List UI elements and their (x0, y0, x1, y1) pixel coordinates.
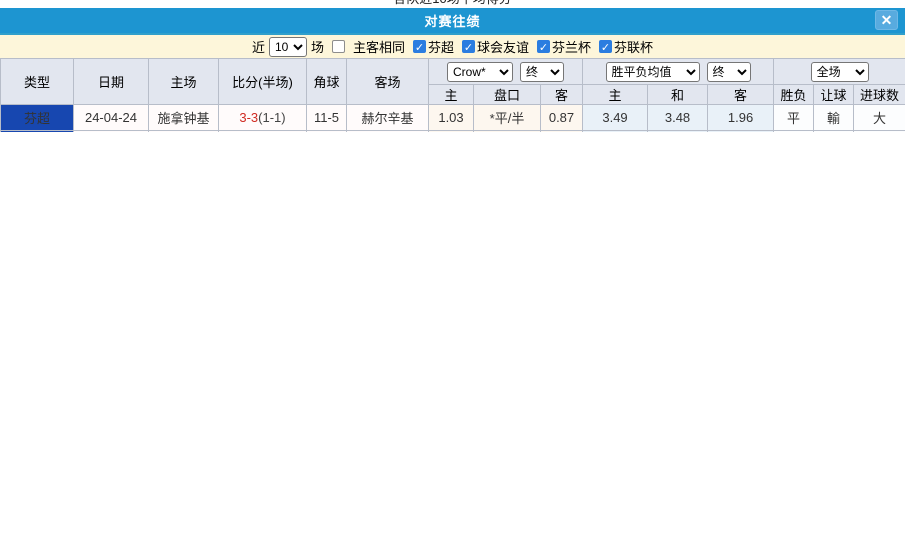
cell-result: 平 (773, 104, 815, 131)
avg-metric-select[interactable]: 胜平负均值 (605, 61, 700, 82)
h2h-table-wrap: 类型 日期 主场 比分(半场) 角球 客场 Crow* 终 胜平负均值 终 全场… (0, 58, 905, 132)
recent-count-select[interactable]: 10 (268, 36, 307, 57)
league-label-fenchao: 芬超 (427, 40, 454, 55)
cell-league-type: 芬超 (0, 104, 74, 131)
odds-stage-select[interactable]: 终 (520, 61, 564, 82)
half-time-score: (1-1) (258, 110, 286, 125)
cell-league-type (0, 130, 74, 132)
sub-header-avg-home: 主 (582, 84, 649, 105)
recent-label: 近 (251, 40, 265, 55)
cell-date (73, 130, 149, 132)
cell-handicap-result: 輸 (813, 104, 855, 131)
check-icon: ✓ (463, 42, 474, 54)
sub-header-odds-away: 客 (539, 84, 584, 105)
full-time-score: 3-3 (239, 110, 259, 125)
filter-bar: 近 10 场 ✓ 主客相同 ✓芬超 ✓球会友谊 ✓芬兰杯 ✓芬联杯 (0, 33, 905, 58)
sub-header-handicap-result: 让球 (813, 84, 855, 105)
col-header-home: 主场 (148, 58, 219, 105)
matches-label: 场 (310, 40, 324, 55)
cell-avg-home: 3.49 (582, 104, 649, 131)
cell-odds-away (539, 130, 584, 132)
cell-home-team (148, 130, 219, 132)
avg-group-header: 胜平负均值 终 (582, 58, 775, 85)
result-group-header: 全场 (773, 58, 905, 85)
odds-group-header: Crow* 终 (427, 58, 584, 85)
cell-goals (853, 130, 905, 132)
col-header-date: 日期 (73, 58, 149, 105)
dialog-title: 对赛往绩 (424, 14, 481, 29)
cell-avg-away (707, 130, 775, 132)
sub-header-odds-home: 主 (428, 84, 474, 105)
same-venue-checkbox[interactable]: ✓ (331, 40, 345, 53)
league-checkbox-fenlanbei[interactable]: ✓ (537, 40, 551, 54)
cell-handicap (473, 130, 541, 132)
league-label-friendly: 球会友谊 (477, 40, 530, 55)
cell-home-team: 施拿钟基 (148, 104, 219, 131)
league-checkbox-fenchao[interactable]: ✓ (412, 40, 426, 54)
same-venue-label: 主客相同 (352, 40, 405, 55)
sub-header-result: 胜负 (773, 84, 815, 105)
cell-goals: 大 (853, 104, 905, 131)
cell-handicap: *平/半 (473, 104, 541, 131)
cell-avg-draw (647, 130, 709, 132)
col-header-score: 比分(半场) (218, 58, 307, 105)
league-checkbox-fenlianbei[interactable]: ✓ (599, 40, 613, 54)
cell-corners: 11-5 (306, 104, 347, 131)
bookmaker-select[interactable]: Crow* (447, 61, 513, 82)
dialog-page: 各队近10场平均得分 对赛往绩 ✕ 近 10 场 ✓ 主客相同 ✓芬超 ✓球会友… (0, 0, 905, 132)
cell-avg-draw: 3.48 (647, 104, 709, 131)
avg-stage-select[interactable]: 终 (706, 61, 751, 82)
cell-odds-home (428, 130, 474, 132)
cell-score (218, 130, 307, 132)
clipped-text-line: 各队近10场平均得分 (0, 0, 905, 7)
cell-away-team: 赫尔辛基 (346, 104, 429, 131)
league-checkbox-friendly[interactable]: ✓ (462, 40, 475, 54)
close-icon[interactable]: ✕ (875, 10, 898, 30)
cell-result (773, 130, 815, 132)
cell-avg-away: 1.96 (707, 104, 775, 131)
scope-select[interactable]: 全场 (810, 61, 869, 82)
check-icon: ✓ (600, 42, 611, 54)
sub-header-handicap: 盘口 (473, 84, 541, 105)
col-header-away: 客场 (346, 58, 429, 105)
sub-header-avg-draw: 和 (647, 84, 709, 105)
cell-odds-home: 1.03 (428, 104, 474, 131)
cell-away-team (346, 130, 429, 132)
cell-corners (306, 130, 347, 132)
cell-handicap-result (813, 130, 855, 132)
clipped-table-row (0, 130, 905, 132)
league-label-fenlanbei: 芬兰杯 (552, 40, 592, 55)
sub-header-avg-away: 客 (707, 84, 775, 105)
cell-date: 24-04-24 (73, 104, 149, 131)
col-header-corners: 角球 (306, 58, 347, 105)
cell-avg-home (582, 130, 649, 132)
cell-score: 3-3(1-1) (218, 104, 307, 131)
h2h-table: 类型 日期 主场 比分(半场) 角球 客场 Crow* 终 胜平负均值 终 全场… (0, 58, 905, 132)
check-icon: ✓ (414, 42, 425, 54)
sub-header-goals: 进球数 (853, 84, 905, 105)
league-label-fenlianbei: 芬联杯 (614, 40, 654, 55)
dialog-titlebar: 对赛往绩 ✕ (0, 8, 905, 33)
check-icon: ✓ (538, 42, 549, 54)
cell-odds-away: 0.87 (539, 104, 584, 131)
table-row: 芬超 24-04-24 施拿钟基 3-3(1-1) 11-5 赫尔辛基 1.03… (0, 104, 905, 131)
clipped-background-text: 各队近10场平均得分 (0, 0, 905, 8)
col-header-type: 类型 (0, 58, 74, 105)
